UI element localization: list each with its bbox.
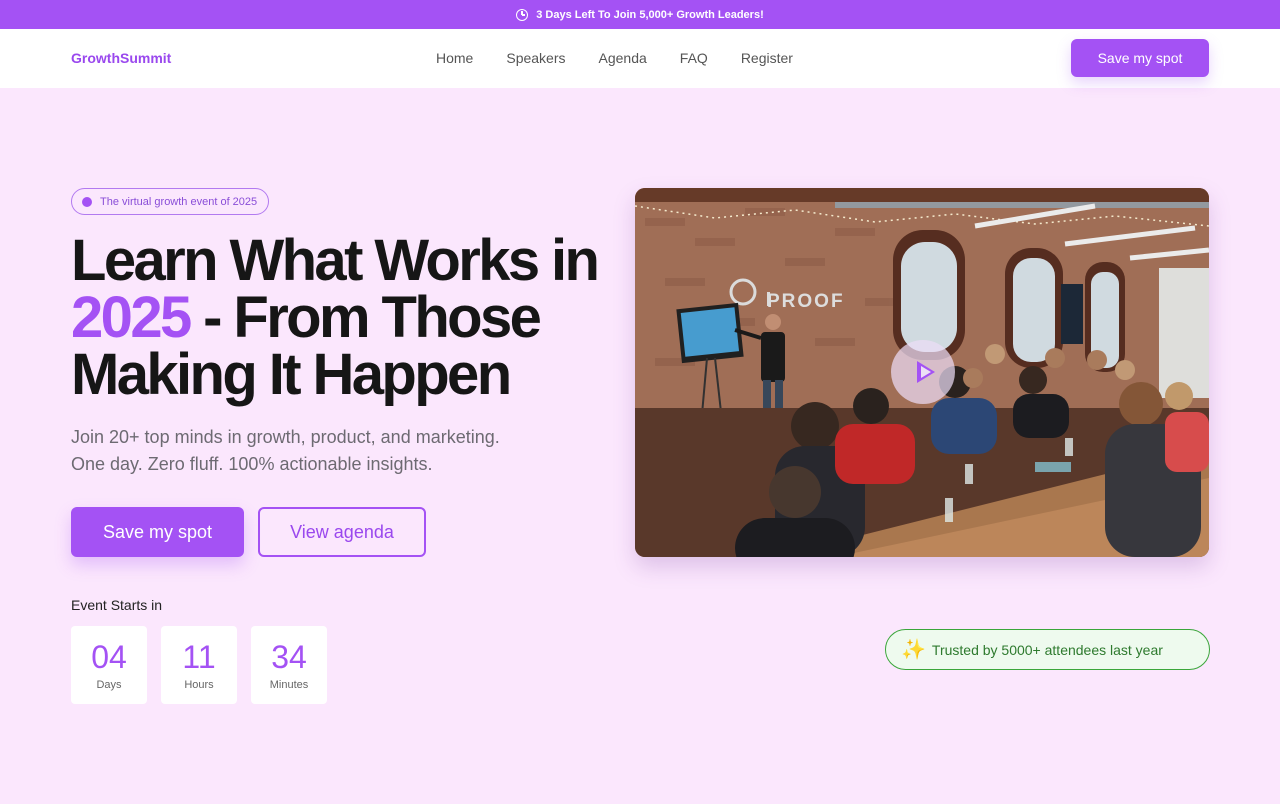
hero-subtitle: Join 20+ top minds in growth, product, a…	[71, 424, 591, 478]
countdown-minutes-label: Minutes	[269, 679, 309, 691]
countdown-days: 04 Days	[71, 626, 147, 704]
play-icon	[916, 361, 935, 383]
nav-link-register[interactable]: Register	[741, 50, 793, 66]
countdown-hours-label: Hours	[184, 679, 214, 691]
sparkles-icon: ✨	[901, 638, 926, 661]
logo[interactable]: GrowthSummit	[71, 50, 171, 66]
countdown-label: Event Starts in	[71, 597, 163, 613]
headline-line-3: Making It Happen	[71, 342, 512, 407]
nav-link-agenda[interactable]: Agenda	[599, 50, 647, 66]
countdown-minutes: 34 Minutes	[251, 626, 327, 704]
announcement-text: 3 Days Left To Join 5,000+ Growth Leader…	[536, 8, 764, 21]
subtitle-line-1: Join 20+ top minds in growth, product, a…	[71, 427, 500, 447]
save-spot-button[interactable]: Save my spot	[71, 507, 244, 557]
trusted-text: Trusted by 5000+ attendees last year	[931, 641, 1163, 658]
nav-link-home[interactable]: Home	[436, 50, 473, 66]
badge-text: The virtual growth event of 2025	[100, 195, 258, 208]
trusted-badge: ✨ Trusted by 5000+ attendees last year	[885, 629, 1210, 670]
headline-line-2: - From Those	[189, 285, 542, 350]
event-video[interactable]: PROOF	[635, 188, 1209, 557]
nav-link-speakers[interactable]: Speakers	[506, 50, 565, 66]
countdown-minutes-value: 34	[271, 639, 307, 675]
countdown-days-label: Days	[96, 679, 122, 691]
event-badge: The virtual growth event of 2025	[71, 188, 270, 215]
countdown-hours: 11 Hours	[161, 626, 237, 704]
badge-dot-icon	[82, 197, 92, 207]
headline-line-1: Learn What Works in	[71, 228, 600, 293]
navbar: GrowthSummit Home Speakers Agenda FAQ Re…	[0, 29, 1280, 88]
nav-save-spot-button[interactable]: Save my spot	[1071, 39, 1209, 77]
view-agenda-button[interactable]: View agenda	[258, 507, 426, 557]
headline-accent-year: 2025	[71, 285, 192, 350]
announcement-bar: 3 Days Left To Join 5,000+ Growth Leader…	[0, 0, 1280, 29]
nav-menu: Home Speakers Agenda FAQ Register	[436, 50, 793, 66]
countdown-days-value: 04	[91, 639, 127, 675]
clock-icon	[516, 8, 529, 21]
subtitle-line-2: One day. Zero fluff. 100% actionable ins…	[71, 454, 433, 474]
countdown-hours-value: 11	[182, 639, 216, 675]
nav-link-faq[interactable]: FAQ	[680, 50, 708, 66]
play-button[interactable]	[891, 340, 955, 404]
hero-headline: Learn What Works in 2025 - From Those Ma…	[71, 232, 611, 404]
